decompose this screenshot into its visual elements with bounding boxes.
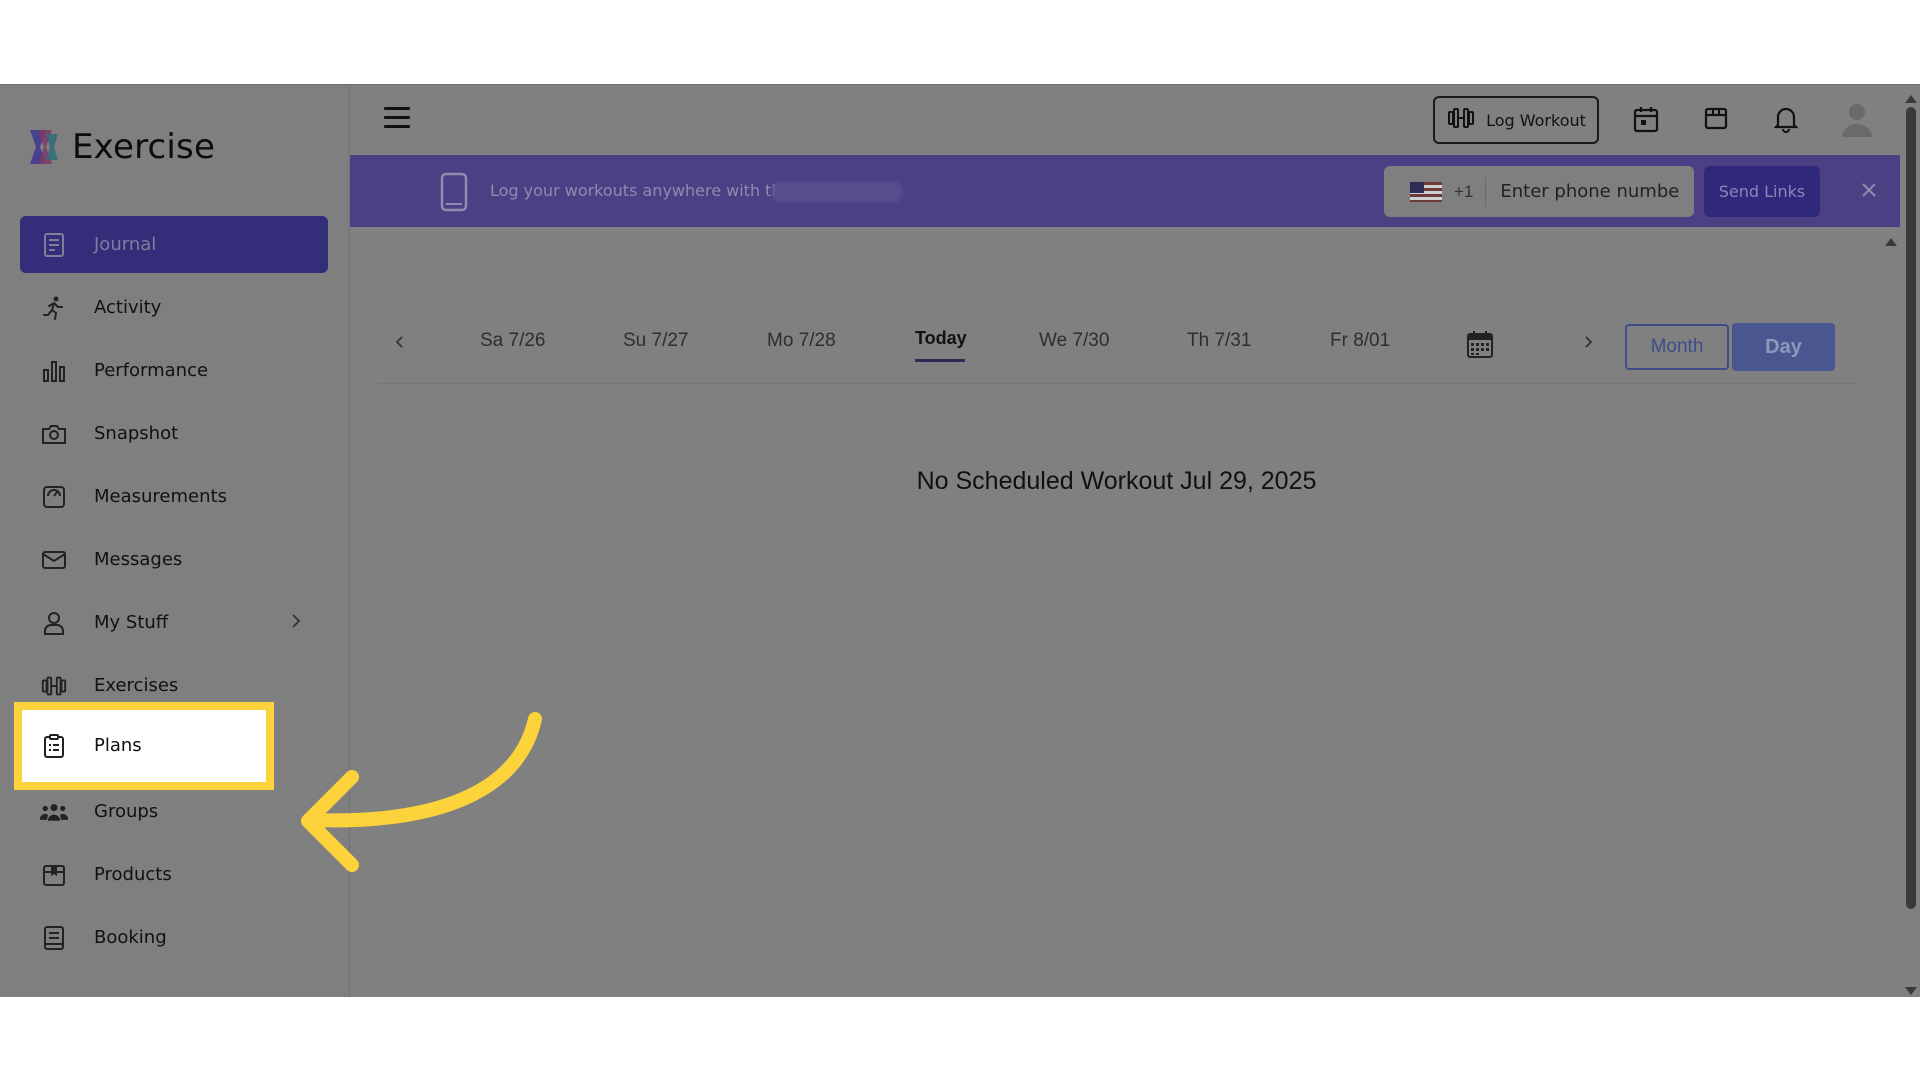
scrollbar-thumb[interactable] (1906, 107, 1916, 909)
annotation-arrow-icon (301, 712, 542, 872)
sidebar-item-label: Booking (94, 927, 167, 948)
sidebar-item-groups[interactable]: Groups (20, 783, 328, 840)
sidebar-item-label: Messages (94, 549, 183, 570)
top-bar: Log Workout (350, 85, 1900, 155)
calendar-icon[interactable] (1633, 105, 1661, 133)
app-logo[interactable]: Exercise (24, 127, 215, 167)
hamburger-menu-icon[interactable] (384, 107, 410, 131)
group-icon (40, 798, 68, 826)
booking-icon (40, 924, 68, 952)
sidebar-item-products[interactable]: Products (20, 846, 328, 903)
product-box-icon (40, 861, 68, 889)
empty-state-message: No Scheduled Workout Jul 29, 2025 (916, 467, 1317, 495)
phone-icon (440, 172, 468, 217)
sidebar-item-snapshot[interactable]: Snapshot (20, 405, 328, 462)
log-workout-button[interactable]: Log Workout (1433, 96, 1599, 144)
sidebar-item-label: Journal (94, 234, 157, 255)
date-strip-divider (377, 383, 1857, 384)
sidebar-item-label: My Stuff (94, 612, 169, 633)
date-navigation: Sa 7/26 Su 7/27 Mo 7/28 Today We 7/30 Th… (350, 300, 1870, 371)
calendar-picker-icon[interactable] (1466, 329, 1494, 364)
day-tab[interactable]: Mo 7/28 (767, 330, 836, 352)
app-name: Exercise (72, 127, 216, 167)
chevron-left-icon[interactable] (394, 334, 406, 355)
running-icon (40, 294, 68, 322)
active-day-indicator (915, 359, 965, 362)
app-window: Exercise Journal Activity Performance Sn (0, 84, 1920, 997)
sidebar-item-label: Snapshot (94, 423, 179, 444)
phone-number-input[interactable] (1498, 180, 1683, 203)
phone-input-group: +1 (1384, 166, 1694, 217)
send-links-button[interactable]: Send Links (1704, 166, 1820, 217)
day-tab[interactable]: We 7/30 (1039, 330, 1109, 352)
chevron-right-icon[interactable] (1582, 334, 1594, 355)
logo-mark-icon (24, 128, 62, 166)
bell-icon[interactable] (1773, 105, 1802, 133)
sidebar-item-label: Measurements (94, 486, 227, 507)
person-icon (40, 609, 68, 637)
sidebar-item-activity[interactable]: Activity (20, 279, 328, 336)
sidebar-item-label: Groups (94, 801, 159, 822)
sidebar-item-label: Exercises (94, 675, 179, 696)
sidebar-item-booking[interactable]: Booking (20, 909, 328, 966)
journal-icon (40, 231, 68, 259)
bar-chart-icon (40, 357, 68, 385)
sidebar-item-my-stuff[interactable]: My Stuff (20, 594, 328, 651)
scroll-down-arrow-icon[interactable] (1904, 983, 1918, 997)
divider (1485, 176, 1487, 207)
day-tab-today[interactable]: Today (915, 328, 967, 349)
day-tab[interactable]: Fr 8/01 (1330, 330, 1390, 352)
sidebar-item-performance[interactable]: Performance (20, 342, 328, 399)
scroll-up-arrow-icon[interactable] (1904, 91, 1918, 109)
month-view-button[interactable]: Month (1625, 324, 1729, 370)
sidebar-item-label: Activity (94, 297, 162, 318)
inner-scroll-up-arrow-icon[interactable] (1884, 234, 1898, 252)
mail-icon (40, 546, 68, 574)
us-flag-icon[interactable] (1410, 181, 1442, 202)
day-view-button[interactable]: Day (1732, 323, 1835, 371)
day-tab[interactable]: Su 7/27 (623, 330, 689, 352)
dumbbell-icon (1446, 107, 1476, 133)
blurred-app-name (772, 182, 902, 202)
banner-text: Log your workouts anywhere with the (490, 181, 792, 200)
store-icon[interactable] (1703, 105, 1731, 133)
camera-icon (40, 420, 68, 448)
sidebar-item-journal[interactable]: Journal (20, 216, 328, 273)
avatar[interactable] (1840, 101, 1874, 137)
app-download-banner: Log your workouts anywhere with the +1 S… (350, 155, 1900, 227)
sidebar-item-label: Plans (94, 735, 142, 756)
sidebar-item-measurements[interactable]: Measurements (20, 468, 328, 525)
sidebar-item-plans[interactable]: Plans (20, 717, 328, 774)
day-tab[interactable]: Th 7/31 (1187, 330, 1251, 352)
sidebar-item-label: Products (94, 864, 172, 885)
dumbbell-icon (40, 672, 68, 700)
day-tab[interactable]: Sa 7/26 (480, 330, 546, 352)
log-workout-label: Log Workout (1486, 110, 1586, 130)
chevron-right-icon (290, 612, 302, 635)
scale-icon (40, 483, 68, 511)
clipboard-icon (40, 732, 68, 760)
sidebar-item-messages[interactable]: Messages (20, 531, 328, 588)
close-icon[interactable] (1860, 181, 1878, 199)
country-code[interactable]: +1 (1454, 182, 1473, 202)
sidebar-item-label: Performance (94, 360, 209, 381)
